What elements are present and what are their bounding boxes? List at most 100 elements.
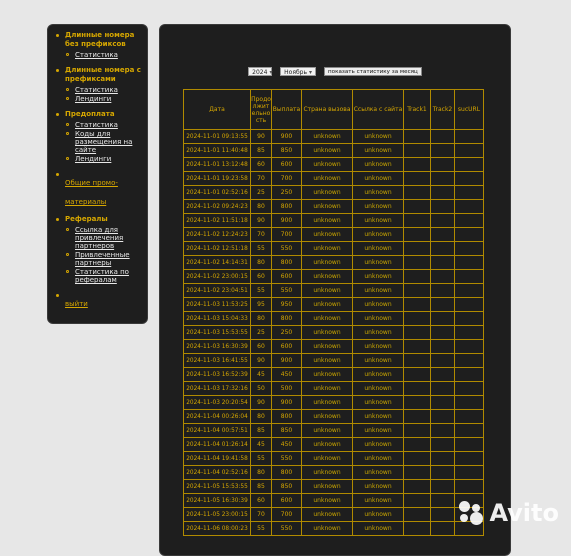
- table-cell: [454, 311, 484, 326]
- bullet-icon: [56, 69, 59, 72]
- table-cell: [430, 297, 455, 312]
- table-cell: unknown: [352, 479, 404, 494]
- table-cell: 2024-11-05 23:00:15: [183, 507, 251, 522]
- table-cell: [403, 353, 431, 368]
- table-row: 2024-11-03 16:30:39 60 600 unknown unknown: [183, 339, 484, 354]
- table-cell: [403, 339, 431, 354]
- sidebar-item-link[interactable]: Привлеченные партнеры: [75, 251, 143, 267]
- table-row: 2024-11-04 00:26:04 80 800 unknown unknown: [183, 409, 484, 424]
- table-cell: [403, 227, 431, 242]
- table-row: 2024-11-01 11:40:48 85 850 unknown unknown: [183, 143, 484, 158]
- table-cell: 90: [250, 353, 272, 368]
- table-cell: unknown: [352, 521, 404, 536]
- table-row: 2024-11-02 12:24:23 70 700 unknown unknown: [183, 227, 484, 242]
- table-cell: [430, 171, 455, 186]
- sidebar-item-link[interactable]: Коды для размещения на сайте: [75, 130, 143, 154]
- table-cell: unknown: [352, 241, 404, 256]
- table-cell: unknown: [352, 213, 404, 228]
- sidebar-item-link[interactable]: Статистика: [75, 86, 143, 94]
- table-cell: [430, 325, 455, 340]
- table-row: 2024-11-03 15:53:55 25 250 unknown unknown: [183, 325, 484, 340]
- sidebar-section-link[interactable]: выйти: [65, 300, 88, 308]
- table-cell: unknown: [301, 451, 353, 466]
- table-cell: [403, 311, 431, 326]
- table-cell: [403, 479, 431, 494]
- month-select[interactable]: Ноябрь ▾: [280, 67, 317, 76]
- avito-watermark-text: Avito: [489, 499, 559, 527]
- table-cell: [430, 423, 455, 438]
- table-cell: 850: [271, 423, 302, 438]
- table-cell: [454, 367, 484, 382]
- table-cell: [430, 283, 455, 298]
- table-cell: [454, 227, 484, 242]
- table-header-row: Дата Продолжительность Выплата Страна вызов…: [183, 89, 484, 130]
- sidebar-submenu: Статистика Лендинги: [65, 86, 143, 103]
- table-cell: [430, 465, 455, 480]
- sidebar-item: Лендинги: [65, 95, 143, 103]
- table-cell: [403, 367, 431, 382]
- table-cell: 2024-11-03 15:53:55: [183, 325, 251, 340]
- table-cell: [403, 241, 431, 256]
- table-cell: 25: [250, 325, 272, 340]
- sidebar-item: Привлеченные партнеры: [65, 251, 143, 267]
- table-cell: [403, 129, 431, 144]
- table-cell: unknown: [301, 409, 353, 424]
- sidebar-item-link[interactable]: Статистика по рефералам: [75, 268, 143, 284]
- table-cell: [430, 409, 455, 424]
- table-row: 2024-11-05 16:30:39 60 600 unknown unknown: [183, 493, 484, 508]
- table-row: 2024-11-03 20:20:54 90 900 unknown unknown: [183, 395, 484, 410]
- circle-bullet-icon: [66, 228, 69, 231]
- table-cell: unknown: [352, 143, 404, 158]
- table-row: 2024-11-03 16:41:55 90 900 unknown unknown: [183, 353, 484, 368]
- sidebar-item-link[interactable]: Статистика: [75, 51, 143, 59]
- table-cell: 600: [271, 339, 302, 354]
- sidebar-item-link[interactable]: Статистика: [75, 121, 143, 129]
- table-row: 2024-11-01 02:52:16 25 250 unknown unknown: [183, 185, 484, 200]
- sidebar-item-link[interactable]: Лендинги: [75, 95, 143, 103]
- sidebar-item-link[interactable]: Ссылка для привлечения партнеров: [75, 226, 143, 250]
- show-month-stats-button[interactable]: показать статистику за месяц: [324, 67, 422, 76]
- table-cell: unknown: [352, 311, 404, 326]
- table-cell: unknown: [301, 493, 353, 508]
- table-cell: [403, 381, 431, 396]
- table-cell: [454, 451, 484, 466]
- table-cell: [403, 423, 431, 438]
- table-cell: [454, 143, 484, 158]
- circle-bullet-icon: [66, 132, 69, 135]
- sidebar-item-link[interactable]: Лендинги: [75, 155, 143, 163]
- table-cell: 550: [271, 521, 302, 536]
- table-cell: 700: [271, 227, 302, 242]
- table-cell: unknown: [352, 367, 404, 382]
- year-select-value: 2024: [252, 69, 268, 76]
- table-cell: [430, 339, 455, 354]
- year-select[interactable]: 2024 ▾: [248, 67, 272, 76]
- table-cell: 2024-11-03 11:53:25: [183, 297, 251, 312]
- table-cell: unknown: [352, 353, 404, 368]
- table-cell: [454, 255, 484, 270]
- column-header: Ссылка с сайта: [352, 89, 404, 130]
- table-cell: 2024-11-03 16:30:39: [183, 339, 251, 354]
- table-cell: [454, 409, 484, 424]
- column-header: Дата: [183, 89, 251, 130]
- table-cell: unknown: [352, 269, 404, 284]
- table-cell: [454, 381, 484, 396]
- table-cell: 2024-11-04 02:52:16: [183, 465, 251, 480]
- table-row: 2024-11-03 16:52:39 45 450 unknown unknown: [183, 367, 484, 382]
- table-cell: 850: [271, 479, 302, 494]
- table-cell: 85: [250, 479, 272, 494]
- column-header: Track1: [403, 89, 431, 130]
- table-cell: 500: [271, 381, 302, 396]
- table-row: 2024-11-02 23:00:15 60 600 unknown unknown: [183, 269, 484, 284]
- table-cell: 800: [271, 255, 302, 270]
- table-cell: 45: [250, 437, 272, 452]
- avito-watermark: Avito: [459, 499, 559, 527]
- table-cell: [430, 521, 455, 536]
- sidebar-section-link[interactable]: Общие промо-материалы: [65, 179, 118, 206]
- table-row: 2024-11-05 15:53:55 85 850 unknown unknown: [183, 479, 484, 494]
- table-cell: [403, 171, 431, 186]
- table-cell: 2024-11-04 00:26:04: [183, 409, 251, 424]
- table-cell: unknown: [352, 129, 404, 144]
- table-cell: [430, 269, 455, 284]
- table-cell: unknown: [301, 423, 353, 438]
- bullet-icon: [56, 113, 59, 116]
